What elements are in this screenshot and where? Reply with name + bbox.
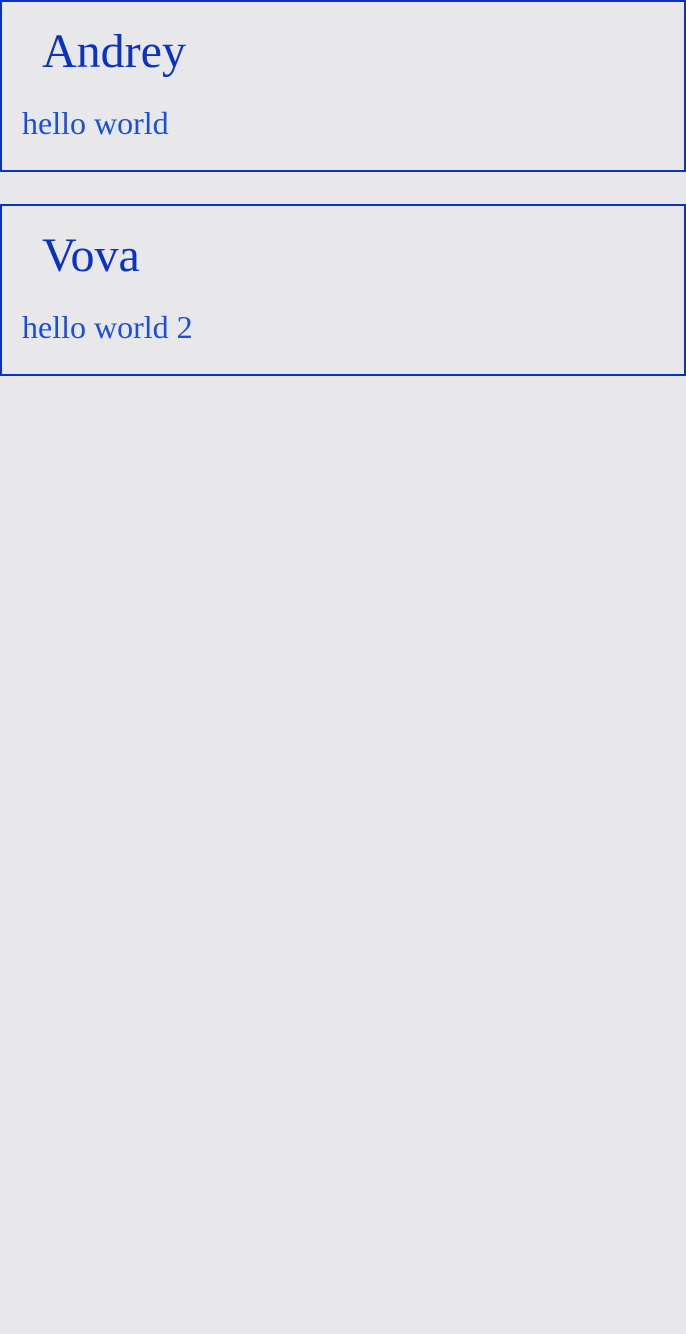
message-text: hello world	[22, 105, 169, 141]
message-text: hello world 2	[22, 309, 193, 345]
author-name: Andrey	[42, 25, 186, 78]
message-list: Andrey hello world Vova hello world 2	[0, 0, 686, 376]
message-card[interactable]: Andrey hello world	[0, 0, 686, 172]
message-card[interactable]: Vova hello world 2	[0, 204, 686, 376]
author-name: Vova	[42, 229, 140, 282]
